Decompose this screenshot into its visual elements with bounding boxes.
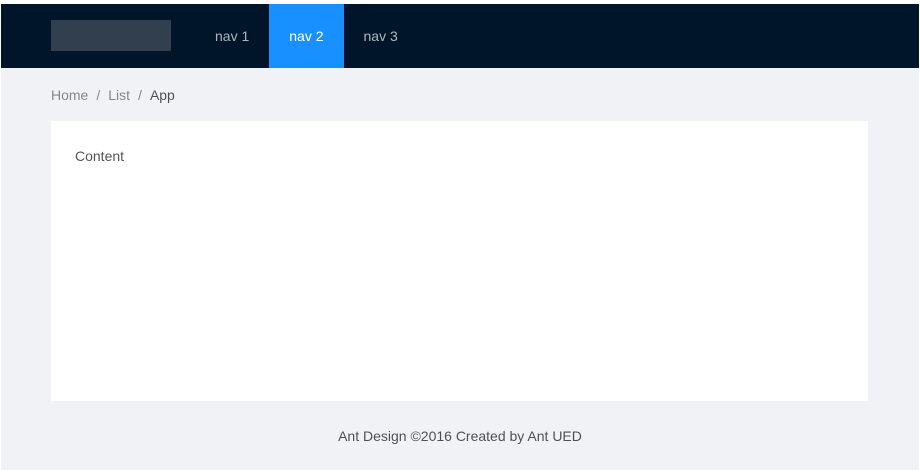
breadcrumb-item-app: App	[149, 87, 175, 103]
header: nav 1 nav 2 nav 3	[1, 4, 919, 68]
app-layout: nav 1 nav 2 nav 3 Home / List / App Content …	[1, 4, 919, 470]
nav-item-3[interactable]: nav 3	[344, 4, 418, 68]
breadcrumb-separator: /	[96, 87, 101, 103]
breadcrumb-separator: /	[138, 87, 142, 103]
top-nav: nav 1 nav 2 nav 3	[195, 4, 418, 68]
nav-item-1[interactable]: nav 1	[195, 4, 269, 68]
content-panel: Content	[51, 121, 868, 401]
nav-item-2[interactable]: nav 2	[269, 4, 344, 68]
logo	[51, 20, 171, 51]
footer: Ant Design ©2016 Created by Ant UED	[338, 428, 582, 444]
breadcrumb-item-home[interactable]: Home	[51, 87, 88, 103]
content-text: Content	[75, 148, 125, 164]
breadcrumb-item-list[interactable]: List	[108, 87, 130, 103]
breadcrumb: Home / List / App	[51, 84, 175, 106]
